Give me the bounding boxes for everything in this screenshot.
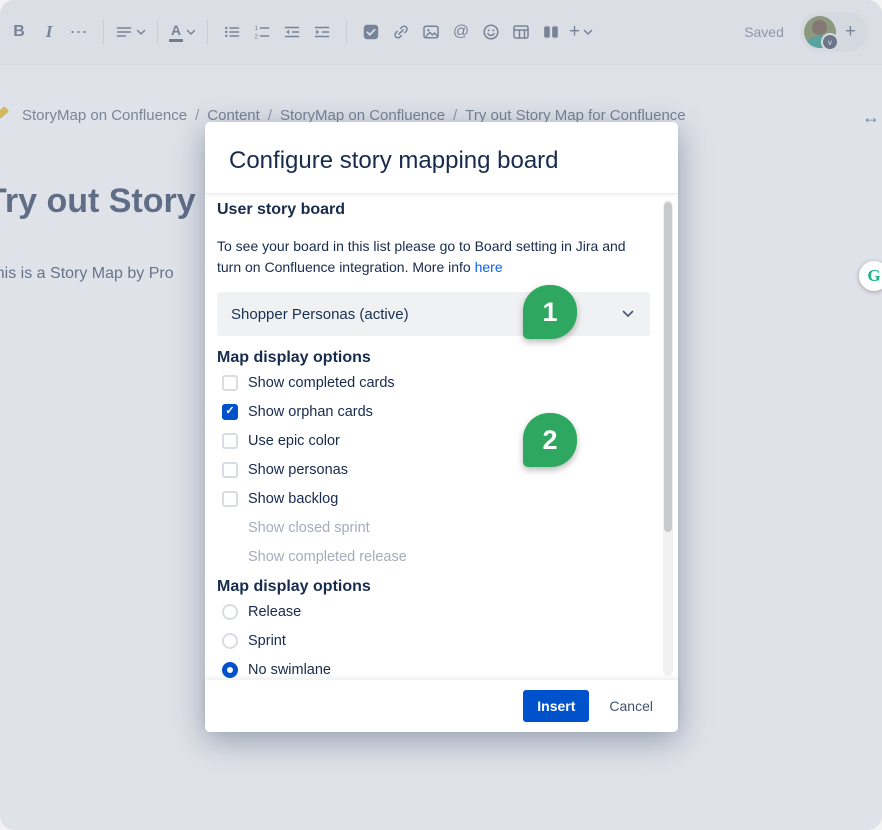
radio-release[interactable]: Release [217, 597, 650, 626]
insert-button[interactable]: Insert [523, 690, 589, 722]
checkbox-icon[interactable] [222, 375, 238, 391]
board-section-description: To see your board in this list please go… [217, 236, 647, 278]
tour-step-badge-1: 1 [523, 285, 577, 339]
swimlane-options-heading: Map display options [217, 577, 650, 597]
checkbox-show-completed-release: Show completed release [217, 542, 650, 571]
radio-icon[interactable] [222, 662, 238, 678]
dialog-body: User story board To see your board in th… [205, 194, 678, 680]
checkbox-show-closed-sprint: Show closed sprint [217, 513, 650, 542]
confluence-editor-window: B I ⋯ A 12 [0, 0, 882, 830]
radio-no-swimlane[interactable]: No swimlane [217, 655, 650, 680]
radio-sprint[interactable]: Sprint [217, 626, 650, 655]
board-select[interactable]: Shopper Personas (active) [217, 292, 650, 336]
checkbox-show-backlog[interactable]: Show backlog [217, 484, 650, 513]
checkbox-show-completed-cards[interactable]: Show completed cards [217, 368, 650, 397]
more-info-link[interactable]: here [475, 259, 503, 275]
checkbox-icon[interactable] [222, 433, 238, 449]
checkbox-show-orphan-cards[interactable]: Show orphan cards [217, 397, 650, 426]
board-select-value: Shopper Personas (active) [231, 306, 409, 323]
checkbox-use-epic-color[interactable]: Use epic color [217, 426, 650, 455]
dialog-title: Configure story mapping board [229, 146, 654, 176]
configure-board-dialog: Configure story mapping board User story… [205, 122, 678, 732]
chevron-down-icon [622, 310, 634, 318]
tour-step-badge-2: 2 [523, 413, 577, 467]
board-section-heading: User story board [217, 200, 650, 220]
cancel-button[interactable]: Cancel [609, 698, 653, 714]
grammarly-icon[interactable]: G [859, 261, 882, 291]
checkbox-icon[interactable] [222, 404, 238, 420]
dialog-footer: Insert Cancel [205, 680, 678, 732]
checkbox-icon[interactable] [222, 491, 238, 507]
radio-icon[interactable] [222, 604, 238, 620]
checkbox-icon[interactable] [222, 462, 238, 478]
dialog-header: Configure story mapping board [205, 122, 678, 194]
radio-icon[interactable] [222, 633, 238, 649]
checkbox-show-personas[interactable]: Show personas [217, 455, 650, 484]
scrollbar[interactable] [663, 200, 673, 676]
display-options-heading: Map display options [217, 348, 650, 368]
scrollbar-thumb[interactable] [664, 202, 672, 532]
